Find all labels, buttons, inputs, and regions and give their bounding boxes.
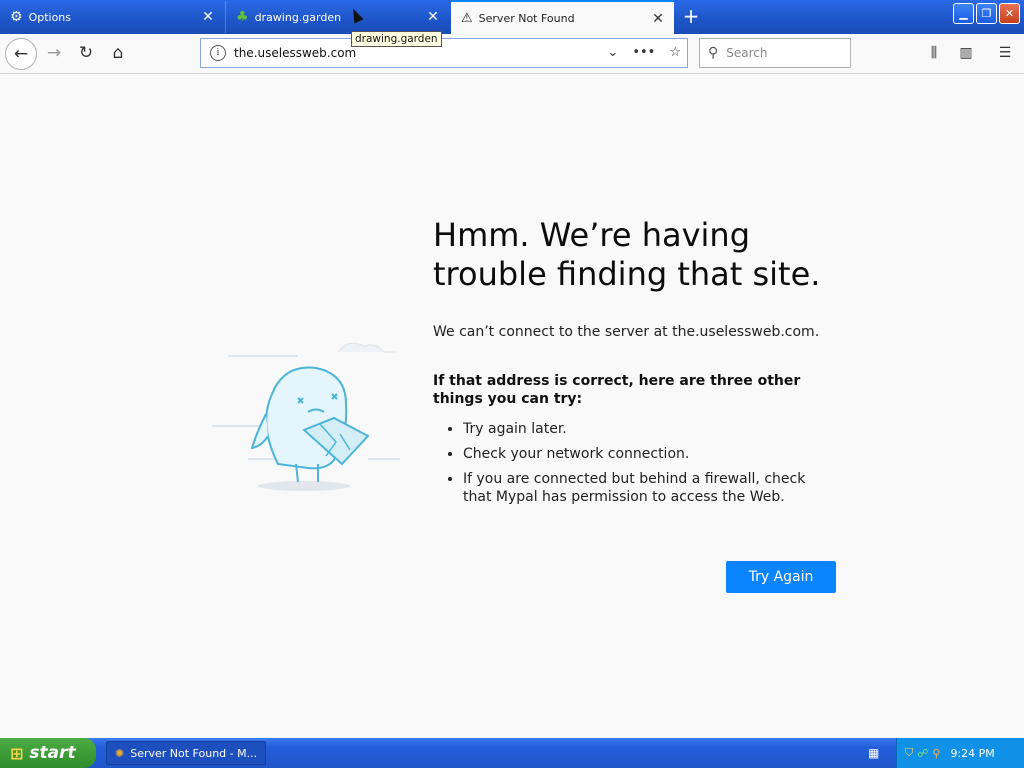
- search-icon: ⚲: [708, 45, 719, 61]
- close-tab-icon[interactable]: ✕: [650, 11, 666, 27]
- magnifier-icon[interactable]: ⚲: [932, 747, 940, 760]
- cactus-icon: ♣: [236, 9, 249, 25]
- start-label: start: [29, 743, 76, 763]
- error-title: Hmm. We’re having trouble finding that s…: [433, 216, 821, 293]
- tab-options[interactable]: ⚙ Options ✕: [0, 1, 224, 33]
- url-text[interactable]: the.uselessweb.com: [234, 46, 356, 60]
- library-icon[interactable]: ⫼: [924, 43, 944, 63]
- error-illustration: [212, 342, 400, 491]
- suggestions-list: Try again later. Check your network conn…: [433, 420, 833, 513]
- tab-server-not-found[interactable]: ⚠ Server Not Found ✕: [451, 0, 674, 34]
- window-controls: ▁ ❐ ✕: [953, 3, 1020, 24]
- taskbar: ⊞ start ✺ Server Not Found - M... ▦ ⛉ ☍ …: [0, 738, 1024, 768]
- tab-tooltip: drawing.garden: [351, 31, 442, 47]
- page-actions-icon[interactable]: •••: [632, 45, 655, 60]
- forward-button[interactable]: →: [40, 39, 68, 67]
- search-placeholder: Search: [726, 46, 768, 60]
- list-item: Try again later.: [463, 420, 833, 438]
- error-description: We can’t connect to the server at the.us…: [433, 324, 820, 340]
- close-tab-icon[interactable]: ✕: [425, 9, 441, 25]
- windows-flag-icon: ⊞: [10, 743, 24, 763]
- url-bar-actions: ⌄ ••• ☆: [607, 45, 681, 60]
- back-arrow-icon: ←: [13, 44, 29, 64]
- url-bar[interactable]: i the.uselessweb.com ⌄ ••• ☆: [200, 38, 688, 68]
- keyboard-icon[interactable]: ▦: [868, 746, 879, 760]
- browser-icon: ✺: [115, 746, 125, 760]
- chevron-down-icon[interactable]: ⌄: [607, 45, 618, 60]
- warning-icon: ⚠: [461, 10, 473, 26]
- home-icon: ⌂: [112, 43, 124, 63]
- reload-button[interactable]: ↻: [72, 39, 100, 67]
- list-item: Check your network connection.: [463, 445, 833, 463]
- info-icon[interactable]: i: [210, 45, 226, 61]
- search-input[interactable]: ⚲ Search: [699, 38, 851, 68]
- tab-label: drawing.garden: [254, 10, 342, 24]
- tab-strip: ⚙ Options ✕ ♣ drawing.garden ✕ ⚠ Server …: [0, 0, 1024, 34]
- try-again-button[interactable]: Try Again: [726, 561, 836, 593]
- close-tab-icon[interactable]: ✕: [200, 9, 216, 25]
- tab-label: Server Not Found: [478, 11, 575, 25]
- task-label: Server Not Found - M...: [130, 746, 258, 760]
- network-icon[interactable]: ☍: [917, 747, 928, 760]
- reload-icon: ↻: [78, 43, 94, 63]
- forward-arrow-icon: →: [46, 43, 62, 63]
- suggestions-heading: If that address is correct, here are thr…: [433, 373, 801, 407]
- close-window-button[interactable]: ✕: [999, 3, 1020, 24]
- start-button[interactable]: ⊞ start: [0, 738, 96, 768]
- new-tab-button[interactable]: +: [680, 5, 702, 27]
- minimize-button[interactable]: ▁: [953, 3, 974, 24]
- nav-toolbar: ← → ↻ ⌂ i the.uselessweb.com ⌄ ••• ☆ ⚲ S…: [0, 34, 1024, 74]
- back-button[interactable]: ←: [5, 38, 37, 70]
- system-tray: ⛉ ☍ ⚲ 9:24 PM: [896, 738, 1024, 768]
- tab-label: Options: [28, 10, 72, 24]
- clock: 9:24 PM: [950, 746, 995, 760]
- tab-drawing-garden[interactable]: ♣ drawing.garden ✕: [225, 1, 449, 33]
- gear-icon: ⚙: [10, 9, 23, 25]
- sidebar-icon[interactable]: ▥: [956, 43, 976, 63]
- restore-button[interactable]: ❐: [976, 3, 997, 24]
- taskbar-window-button[interactable]: ✺ Server Not Found - M...: [106, 741, 266, 765]
- menu-icon[interactable]: ☰: [995, 43, 1015, 63]
- shield-icon[interactable]: ⛉: [905, 746, 913, 760]
- list-item: If you are connected but behind a firewa…: [463, 470, 833, 506]
- bookmark-star-icon[interactable]: ☆: [669, 45, 681, 60]
- home-button[interactable]: ⌂: [104, 39, 132, 67]
- error-page: Hmm. We’re having trouble finding that s…: [0, 74, 1024, 738]
